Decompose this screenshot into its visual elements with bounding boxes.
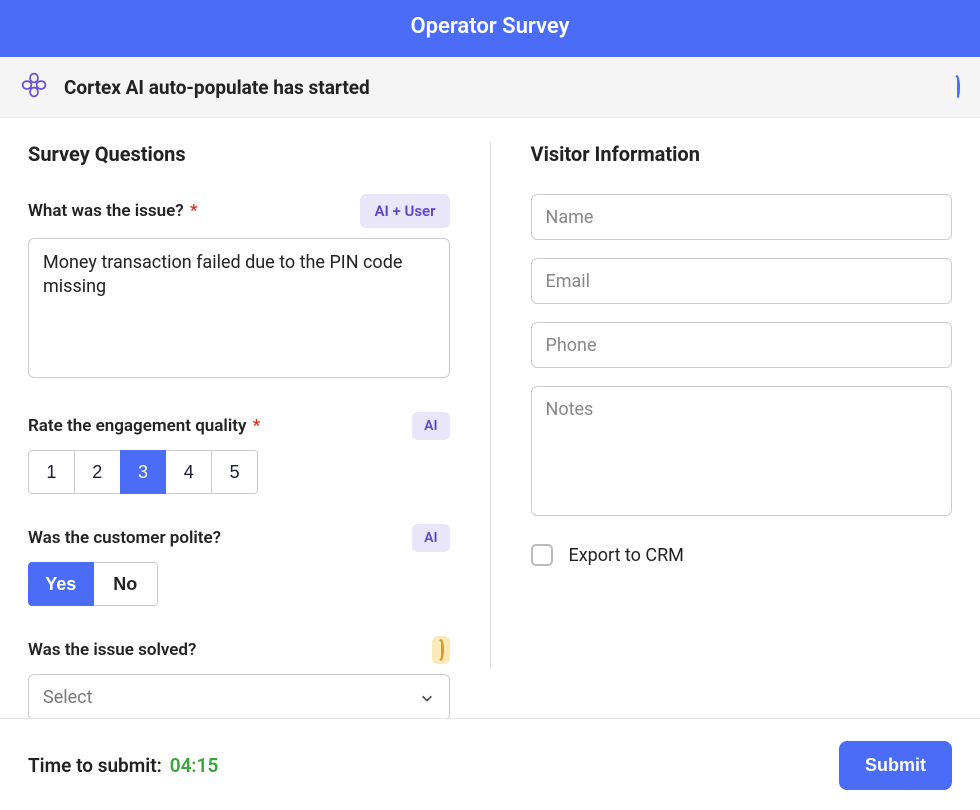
ai-status-text: Cortex AI auto-populate has started xyxy=(64,76,938,99)
export-crm-row: Export to CRM xyxy=(531,544,953,566)
rating-2-button[interactable]: 2 xyxy=(74,450,121,494)
visitor-section: Visitor Information Export to CRM xyxy=(531,142,953,708)
timer-value: 04:15 xyxy=(170,754,219,777)
q-issue-label: What was the issue? * xyxy=(28,201,197,221)
ai-brand-icon xyxy=(20,71,48,103)
loading-spinner-icon xyxy=(438,642,444,658)
ai-badge: AI xyxy=(412,412,449,440)
q-issue: What was the issue? * AI + User xyxy=(28,194,450,382)
page-title: Operator Survey xyxy=(410,14,569,39)
polite-no-button[interactable]: No xyxy=(93,562,159,606)
submit-timer: Time to submit: 04:15 xyxy=(28,754,218,777)
page-header: Operator Survey xyxy=(0,0,980,57)
issue-textarea[interactable] xyxy=(28,238,450,378)
export-crm-label: Export to CRM xyxy=(569,545,684,566)
rating-3-button[interactable]: 3 xyxy=(120,450,167,494)
export-crm-checkbox[interactable] xyxy=(531,544,553,566)
rating-group: 1 2 3 4 5 xyxy=(28,450,258,494)
ai-badge: AI xyxy=(412,524,449,552)
footer-bar: Time to submit: 04:15 Submit xyxy=(0,718,980,810)
timer-label: Time to submit: xyxy=(28,754,162,777)
loading-spinner-icon xyxy=(954,78,960,97)
loading-badge xyxy=(432,636,450,664)
visitor-section-title: Visitor Information xyxy=(531,142,953,166)
rating-4-button[interactable]: 4 xyxy=(165,450,212,494)
rating-5-button[interactable]: 5 xyxy=(211,450,258,494)
solved-select-value: Select xyxy=(28,674,450,718)
rating-1-button[interactable]: 1 xyxy=(28,450,75,494)
polite-group: Yes No xyxy=(28,562,158,606)
survey-section: Survey Questions What was the issue? * A… xyxy=(28,142,450,708)
name-input[interactable] xyxy=(531,194,953,240)
polite-yes-button[interactable]: Yes xyxy=(28,562,94,606)
submit-button[interactable]: Submit xyxy=(839,741,952,790)
required-marker: * xyxy=(190,201,198,221)
email-input[interactable] xyxy=(531,258,953,304)
q-rating-label: Rate the engagement quality * xyxy=(28,416,260,436)
ai-status-banner: Cortex AI auto-populate has started xyxy=(0,57,980,118)
q-polite: Was the customer polite? AI Yes No xyxy=(28,524,450,606)
q-solved: Was the issue solved? Select xyxy=(28,636,450,718)
q-polite-label: Was the customer polite? xyxy=(28,528,221,548)
ai-user-badge: AI + User xyxy=(360,194,449,228)
solved-select[interactable]: Select xyxy=(28,674,450,718)
q-solved-label: Was the issue solved? xyxy=(28,640,196,660)
phone-input[interactable] xyxy=(531,322,953,368)
main-content: Survey Questions What was the issue? * A… xyxy=(0,118,980,718)
survey-section-title: Survey Questions xyxy=(28,142,450,166)
required-marker: * xyxy=(253,416,261,436)
column-divider xyxy=(490,142,491,668)
q-rating: Rate the engagement quality * AI 1 2 3 4… xyxy=(28,412,450,494)
notes-textarea[interactable] xyxy=(531,386,953,516)
